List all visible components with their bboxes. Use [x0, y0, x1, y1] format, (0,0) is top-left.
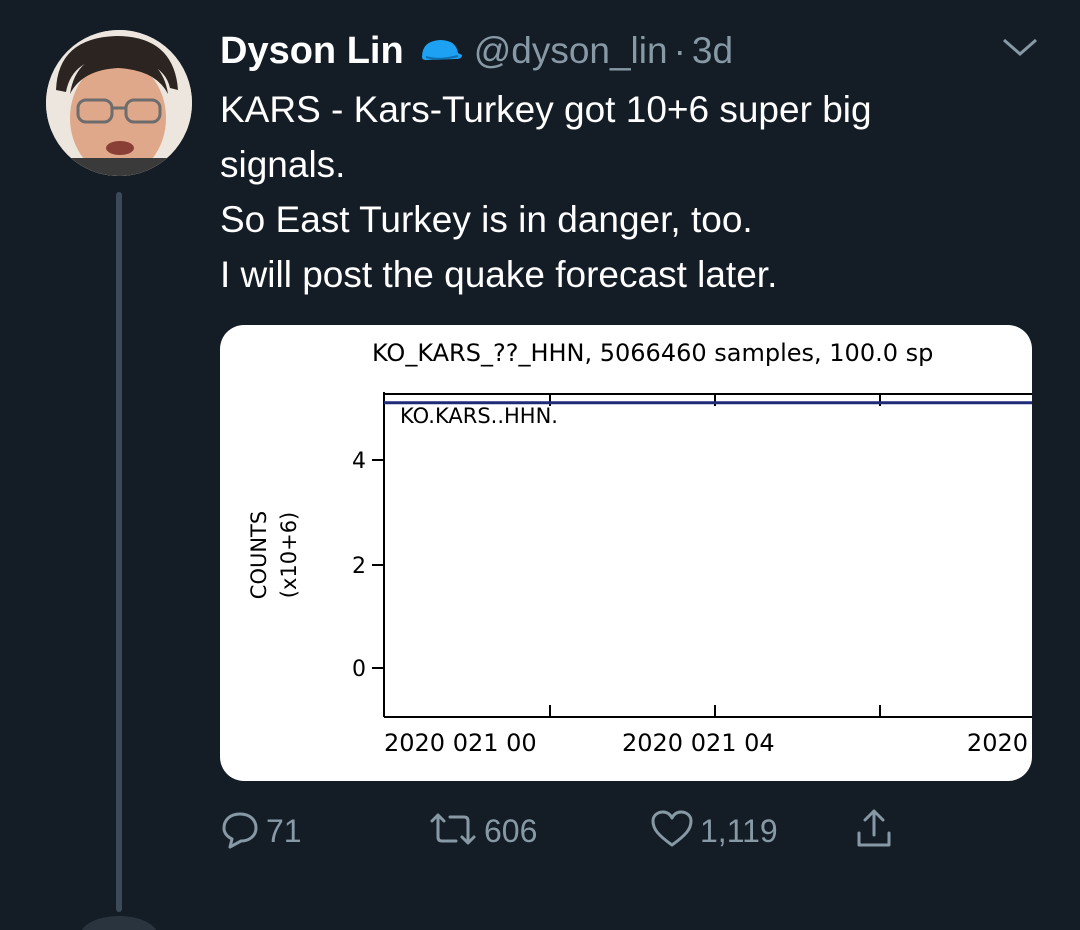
- x-tick-label: 2020 021 00: [384, 729, 537, 757]
- tweet-text: KARS - Kars-Turkey got 10+6 super big si…: [220, 82, 1040, 302]
- tweet-text-line: signals.: [220, 144, 346, 185]
- author-name[interactable]: Dyson Lin: [220, 30, 404, 73]
- reply-button[interactable]: 71: [220, 806, 302, 856]
- thread-line: [116, 192, 122, 912]
- y-tick-label: 4: [352, 449, 366, 474]
- heart-icon: [650, 809, 694, 854]
- x-tick-label: 2020 021 04: [622, 729, 775, 757]
- avatar-photo: [46, 30, 192, 176]
- reply-icon: [220, 809, 260, 854]
- tweet-timestamp[interactable]: 3d: [692, 30, 733, 72]
- y-tick-label: 2: [352, 554, 366, 579]
- retweet-count: 606: [484, 812, 538, 849]
- trace-label: KO.KARS..HHN.: [400, 404, 558, 428]
- like-count: 1,119: [700, 812, 778, 849]
- reply-count: 71: [266, 812, 302, 849]
- plot-title: KO_KARS_??_HHN, 5066460 samples, 100.0 s…: [372, 339, 933, 367]
- seismogram-plot: KO_KARS_??_HHN, 5066460 samples, 100.0 s…: [247, 339, 1032, 757]
- y-axis-unit: (x10+6): [277, 512, 301, 599]
- avatar[interactable]: [46, 30, 192, 176]
- like-button[interactable]: 1,119: [650, 806, 778, 856]
- media-image[interactable]: KO_KARS_??_HHN, 5066460 samples, 100.0 s…: [220, 325, 1032, 781]
- header-separator: ·: [673, 30, 686, 71]
- next-avatar-edge: [80, 916, 158, 930]
- share-button[interactable]: [854, 806, 894, 856]
- y-tick-label: 0: [352, 657, 366, 682]
- retweet-button[interactable]: 606: [428, 806, 537, 856]
- blue-cap-icon: [418, 37, 464, 65]
- x-tick-label: 2020: [967, 729, 1028, 757]
- tweet-text-line: So East Turkey is in danger, too.: [220, 199, 753, 240]
- tweet[interactable]: Dyson Lin @dyson_lin · 3d KARS - Kars-Tu…: [0, 0, 1080, 930]
- tweet-text-line: KARS - Kars-Turkey got 10+6 super big: [220, 89, 872, 130]
- author-handle[interactable]: @dyson_lin: [474, 30, 668, 72]
- tweet-text-line: I will post the quake forecast later.: [220, 254, 778, 295]
- y-axis-label: COUNTS: [247, 511, 271, 599]
- chevron-down-icon[interactable]: [1000, 36, 1040, 65]
- tweet-header: Dyson Lin @dyson_lin · 3d: [220, 26, 733, 76]
- retweet-icon: [428, 809, 478, 854]
- share-icon: [854, 807, 894, 856]
